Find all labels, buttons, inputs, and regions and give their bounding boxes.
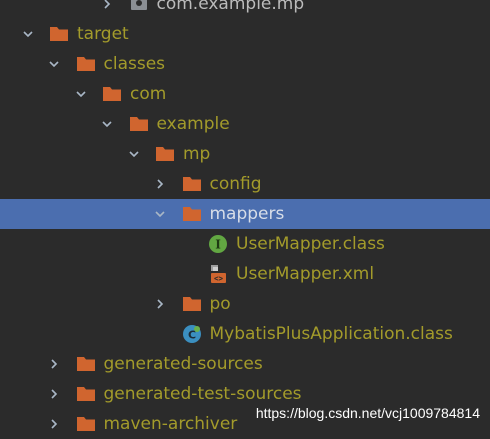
folder-icon [76,355,96,373]
tree-node[interactable]: com [0,79,490,109]
watermark: https://blog.csdn.net/vcj1009784814 [255,405,480,421]
chevron-right-icon[interactable] [48,358,60,370]
tree-node[interactable]: I UserMapper.class [0,229,490,259]
tree-node[interactable]: com.example.mp [0,0,490,19]
chevron-down-icon[interactable] [48,58,60,70]
tree-node-label: com.example.mp [156,0,305,14]
project-tree: com.example.mp target classes com example mp c… [0,0,490,439]
folder-icon [76,385,96,403]
folder-icon [76,415,96,433]
tree-node-label: config [209,174,262,194]
tree-node[interactable]: mappers [0,199,490,229]
tree-node[interactable]: example [0,109,490,139]
chevron-down-icon[interactable] [128,148,140,160]
tree-node-label: po [209,294,231,314]
tree-node-label: generated-test-sources [103,384,302,404]
tree-node[interactable]: classes [0,49,490,79]
xml-file-icon: <> [208,264,228,283]
folder-icon [182,175,202,193]
folder-icon [182,295,202,313]
folder-icon [129,115,149,133]
chevron-right-icon[interactable] [154,298,166,310]
tree-node-label: UserMapper.xml [236,264,375,284]
tree-node-label: classes [103,54,166,74]
tree-node[interactable]: po [0,289,490,319]
folder-icon [102,85,122,103]
tree-node[interactable]: target [0,19,490,49]
chevron-right-icon[interactable] [154,178,166,190]
interface-class-icon: I [208,234,228,253]
chevron-right-icon[interactable] [101,0,113,10]
folder-icon [155,145,175,163]
chevron-right-icon[interactable] [48,418,60,430]
tree-node[interactable]: mp [0,139,490,169]
folder-icon [76,55,96,73]
tree-node-label: target [77,24,129,44]
chevron-down-icon[interactable] [75,88,87,100]
tree-node[interactable]: config [0,169,490,199]
tree-node-label: MybatisPlusApplication.class [209,324,453,344]
tree-node-label: com [130,84,167,104]
chevron-down-icon[interactable] [101,118,113,130]
tree-node-label: mp [183,144,211,164]
tree-node-label: example [156,114,230,134]
chevron-down-icon[interactable] [22,28,34,40]
folder-icon [182,205,202,223]
package-icon [129,0,149,12]
svg-text:<>: <> [214,274,224,283]
tree-node-label: generated-sources [103,354,263,374]
tree-node[interactable]: C MybatisPlusApplication.class [0,319,490,349]
tree-node-label: mappers [209,204,285,224]
folder-icon [49,25,69,43]
spring-boot-class-icon: C [182,324,202,343]
tree-node-label: UserMapper.class [236,234,385,254]
tree-node-label: maven-archiver [103,414,238,434]
tree-node[interactable]: <> UserMapper.xml [0,259,490,289]
chevron-right-icon[interactable] [48,388,60,400]
svg-text:I: I [215,238,221,252]
chevron-down-icon[interactable] [154,208,166,220]
tree-node[interactable]: generated-sources [0,349,490,379]
